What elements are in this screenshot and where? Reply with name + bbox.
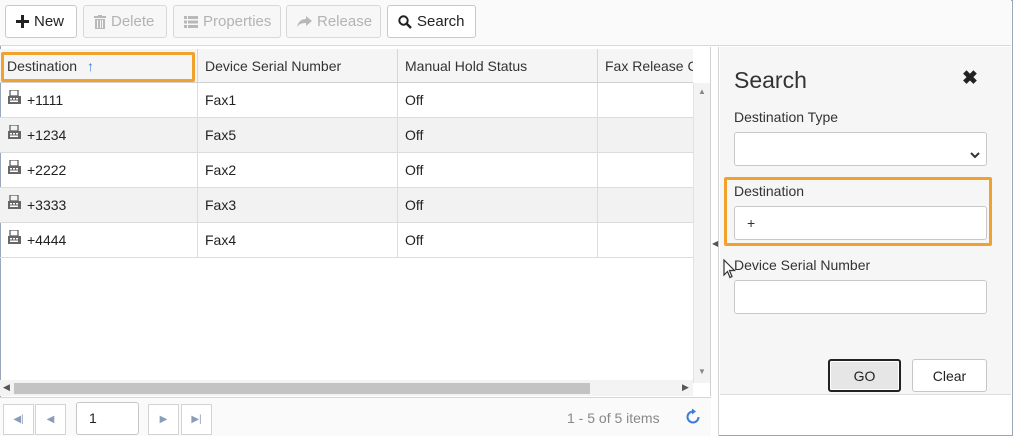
column-header-label: Fax Release C <box>605 58 693 74</box>
serial-cell: Fax1 <box>198 83 398 117</box>
toolbar: New Delete Properties Release Search <box>0 0 1011 46</box>
search-panel: Search ✖ Destination Type Destination + … <box>720 47 1011 395</box>
last-page-icon: ▶| <box>191 414 202 425</box>
pager: ◀​| ◀ 1 ▶ ▶| 1 - 5 of 5 items <box>0 397 711 436</box>
scroll-right-icon[interactable]: ▶ <box>682 382 689 393</box>
trash-icon <box>94 14 106 29</box>
page-input[interactable]: 1 <box>76 402 139 435</box>
column-header-hold-status[interactable]: Manual Hold Status <box>398 49 598 82</box>
fax-icon <box>7 83 22 117</box>
close-icon[interactable]: ✖ <box>962 67 978 90</box>
fax-release-cell <box>598 118 693 152</box>
serial-cell: Fax2 <box>198 153 398 187</box>
table-row[interactable]: +1234 Fax5 Off <box>0 118 693 153</box>
last-page-button[interactable]: ▶| <box>181 404 212 435</box>
fax-icon <box>7 188 22 222</box>
next-page-icon: ▶ <box>159 414 168 425</box>
column-header-fax-release[interactable]: Fax Release C <box>598 49 693 82</box>
new-button-label: New <box>34 13 65 30</box>
table-row[interactable]: +1111 Fax1 Off <box>0 83 693 118</box>
hold-status-cell: Off <box>398 83 598 117</box>
serial-number-input[interactable] <box>734 280 987 314</box>
serial-cell: Fax3 <box>198 188 398 222</box>
column-header-serial[interactable]: Device Serial Number <box>198 49 398 82</box>
destination-cell: +1111 <box>0 83 198 117</box>
magnifier-icon <box>398 14 412 29</box>
destination-value: +2222 <box>27 162 67 178</box>
list-icon <box>184 15 198 28</box>
delete-button[interactable]: Delete <box>83 5 167 38</box>
scroll-up-icon[interactable]: ▲ <box>698 87 706 96</box>
fax-icon <box>7 153 22 187</box>
properties-button[interactable]: Properties <box>173 5 281 38</box>
panel-collapse-handle[interactable]: ◀ <box>711 47 719 436</box>
fax-release-cell <box>598 153 693 187</box>
chevron-down-icon <box>968 141 982 173</box>
table-row[interactable]: +3333 Fax3 Off <box>0 188 693 223</box>
hold-status-cell: Off <box>398 153 598 187</box>
table-row[interactable]: +4444 Fax4 Off <box>0 223 693 258</box>
next-page-button[interactable]: ▶ <box>148 404 179 435</box>
fax-release-cell <box>598 188 693 222</box>
horizontal-scrollbar[interactable]: ◀ ▶ <box>0 380 693 396</box>
hold-status-cell: Off <box>398 223 598 257</box>
release-button[interactable]: Release <box>286 5 381 38</box>
delete-button-label: Delete <box>111 13 155 30</box>
share-arrow-icon <box>297 15 312 28</box>
destination-cell: +3333 <box>0 188 198 222</box>
plus-icon <box>16 15 29 28</box>
serial-number-label: Device Serial Number <box>734 257 871 273</box>
scroll-left-icon[interactable]: ◀ <box>3 382 10 393</box>
search-panel-title: Search <box>734 67 807 93</box>
new-button[interactable]: New <box>5 5 77 38</box>
fax-release-cell <box>598 223 693 257</box>
prev-page-icon: ◀ <box>46 414 55 425</box>
vertical-scrollbar[interactable]: ▲ ▼ <box>693 83 710 383</box>
serial-cell: Fax4 <box>198 223 398 257</box>
destination-field-highlight <box>724 177 992 246</box>
destination-value: +1234 <box>27 127 67 143</box>
grid-rows: +1111 Fax1 Off +1234 Fax5 Off +2222 Fax2… <box>0 83 693 383</box>
search-button-label: Search <box>417 13 465 30</box>
column-header-label: Device Serial Number <box>205 58 342 74</box>
clear-button[interactable]: Clear <box>912 359 987 392</box>
hold-status-cell: Off <box>398 188 598 222</box>
first-page-button[interactable]: ◀​| <box>3 404 34 435</box>
prev-page-button[interactable]: ◀ <box>35 404 66 435</box>
serial-cell: Fax5 <box>198 118 398 152</box>
properties-button-label: Properties <box>203 13 272 30</box>
hold-status-cell: Off <box>398 118 598 152</box>
destination-value: +1111 <box>27 92 64 108</box>
go-button[interactable]: GO <box>828 359 901 392</box>
table-row[interactable]: +2222 Fax2 Off <box>0 153 693 188</box>
first-page-icon: ◀​| <box>13 414 24 425</box>
refresh-icon[interactable] <box>684 408 702 429</box>
fax-grid: Destination ↑ Device Serial Number Manual… <box>0 47 711 396</box>
release-button-label: Release <box>317 13 373 30</box>
mouse-cursor-icon <box>723 258 736 282</box>
pager-info: 1 - 5 of 5 items <box>567 410 660 426</box>
destination-cell: +2222 <box>0 153 198 187</box>
destination-type-select[interactable] <box>734 132 987 166</box>
search-button[interactable]: Search <box>387 5 476 38</box>
fax-icon <box>7 118 22 152</box>
destination-cell: +1234 <box>0 118 198 152</box>
destination-type-label: Destination Type <box>734 109 839 125</box>
collapse-arrow-icon: ◀ <box>712 239 719 248</box>
destination-value: +3333 <box>27 197 67 213</box>
destination-header-highlight <box>1 52 195 82</box>
column-header-label: Manual Hold Status <box>405 58 528 74</box>
scroll-thumb[interactable] <box>14 383 590 394</box>
fax-icon <box>7 223 22 257</box>
destination-cell: +4444 <box>0 223 198 257</box>
destination-value: +4444 <box>27 232 67 248</box>
scroll-down-icon[interactable]: ▼ <box>698 367 706 376</box>
fax-release-cell <box>598 83 693 117</box>
